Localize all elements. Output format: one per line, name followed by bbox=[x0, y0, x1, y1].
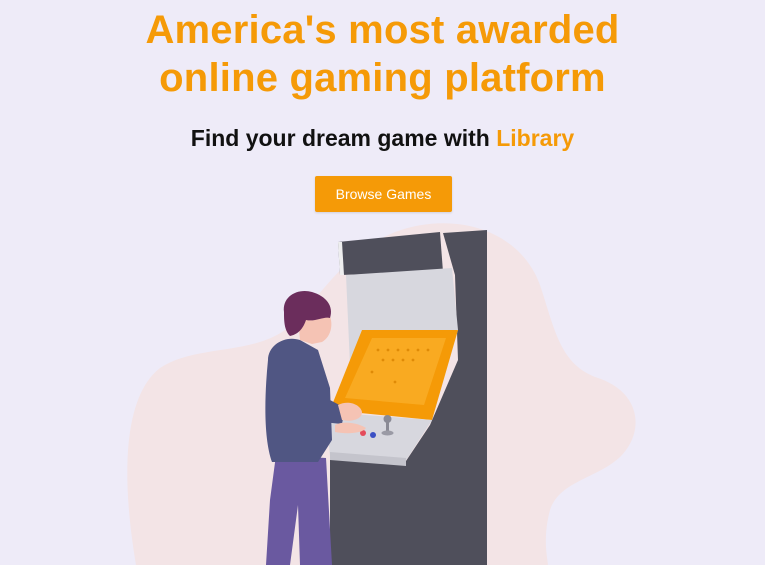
cabinet-marquee bbox=[338, 232, 443, 275]
hero-subheadline: Find your dream game with Library bbox=[0, 124, 765, 152]
hero-section: America's most awarded online gaming plat… bbox=[0, 0, 765, 565]
arcade-blue-button bbox=[370, 432, 376, 438]
subhead-text: Find your dream game with bbox=[190, 125, 497, 151]
browse-games-button[interactable]: Browse Games bbox=[315, 176, 452, 212]
library-brand-text: Library bbox=[496, 125, 575, 151]
hero-headline: America's most awarded online gaming plat… bbox=[145, 8, 620, 100]
